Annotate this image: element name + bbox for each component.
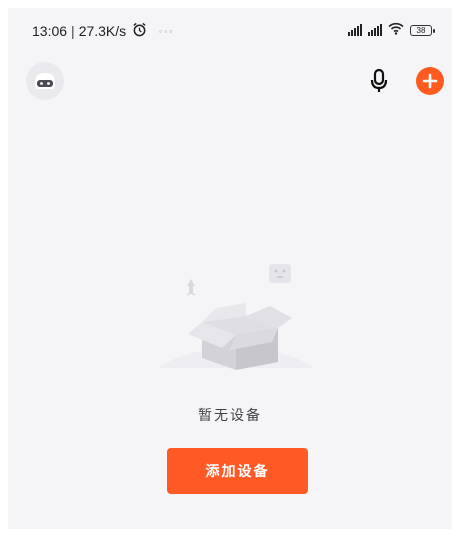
alarm-icon <box>132 22 147 40</box>
wifi-icon <box>388 22 404 38</box>
empty-state-message: 暂无设备 <box>198 408 262 424</box>
app-screen: 13:06 | 27.3K/s ▫ ◦ ▫ 38 暂无设备 添加设备 <box>8 8 452 529</box>
plus-icon[interactable] <box>416 67 444 95</box>
status-right: 38 <box>348 22 435 38</box>
status-separator: | <box>71 23 75 39</box>
empty-box-icon <box>144 258 344 428</box>
top-bar <box>8 60 452 100</box>
cellular-signal-icon <box>348 24 362 36</box>
avatar-icon[interactable] <box>26 62 64 100</box>
network-speed: 27.3K/s <box>78 23 127 39</box>
battery-icon: 38 <box>410 24 435 36</box>
status-bar: 13:06 | 27.3K/s ▫ ◦ ▫ 38 <box>8 8 452 48</box>
add-device-button[interactable]: 添加设备 <box>167 448 308 494</box>
cellular-signal-icon-2 <box>368 24 382 36</box>
status-left: 13:06 | 27.3K/s ▫ ◦ ▫ <box>32 22 172 40</box>
microphone-icon[interactable] <box>364 66 394 96</box>
battery-level: 38 <box>416 25 426 35</box>
notification-icon: ▫ ◦ ▫ <box>159 26 173 36</box>
status-time: 13:06 <box>32 23 68 39</box>
